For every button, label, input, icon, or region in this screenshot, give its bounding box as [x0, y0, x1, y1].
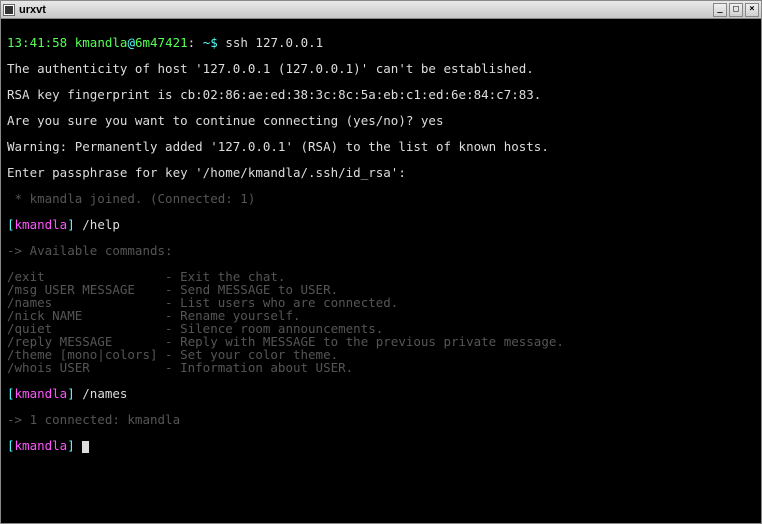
- chat-join-line: * kmandla joined. (Connected: 1): [7, 192, 755, 205]
- shell-user: kmandla: [75, 35, 128, 50]
- ssh-fingerprint-line: RSA key fingerprint is cb:02:86:ae:ed:38…: [7, 88, 755, 101]
- ssh-passphrase-line: Enter passphrase for key '/home/kmandla/…: [7, 166, 755, 179]
- chat-cmd-names: /names: [82, 386, 127, 401]
- ssh-confirm-line: Are you sure you want to continue connec…: [7, 114, 755, 127]
- chat-user: kmandla: [15, 386, 68, 401]
- prompt-line: 13:41:58 kmandla@6m47421: ~$ ssh 127.0.0…: [7, 36, 755, 49]
- terminal-window: urxvt _ □ × 13:41:58 kmandla@6m47421: ~$…: [0, 0, 762, 524]
- shell-host: 6m47421: [135, 35, 188, 50]
- ssh-auth-line: The authenticity of host '127.0.0.1 (127…: [7, 62, 755, 75]
- timestamp: 13:41:58: [7, 35, 67, 50]
- minimize-button[interactable]: _: [713, 3, 727, 17]
- window-title: urxvt: [19, 4, 713, 16]
- window-controls: _ □ ×: [713, 3, 759, 17]
- ssh-warning-line: Warning: Permanently added '127.0.0.1' (…: [7, 140, 755, 153]
- maximize-button[interactable]: □: [729, 3, 743, 17]
- chat-cmd-help: /help: [82, 217, 120, 232]
- names-output: -> 1 connected: kmandla: [7, 413, 755, 426]
- help-header: -> Available commands:: [7, 244, 755, 257]
- terminal-content[interactable]: 13:41:58 kmandla@6m47421: ~$ ssh 127.0.0…: [1, 19, 761, 523]
- chat-user: kmandla: [15, 217, 68, 232]
- app-icon: [3, 4, 15, 16]
- titlebar[interactable]: urxvt _ □ ×: [1, 1, 761, 19]
- chat-prompt-names: [kmandla] /names: [7, 387, 755, 400]
- chat-prompt-current: [kmandla]: [7, 439, 755, 453]
- prompt-symbol: $: [210, 35, 218, 50]
- cursor-block: [82, 441, 89, 453]
- help-command-line: /whois USER - Information about USER.: [7, 361, 755, 374]
- close-button[interactable]: ×: [745, 3, 759, 17]
- chat-user: kmandla: [15, 438, 68, 453]
- chat-prompt-help: [kmandla] /help: [7, 218, 755, 231]
- shell-command: ssh 127.0.0.1: [225, 35, 323, 50]
- help-commands-list: /exit - Exit the chat./msg USER MESSAGE …: [7, 270, 755, 374]
